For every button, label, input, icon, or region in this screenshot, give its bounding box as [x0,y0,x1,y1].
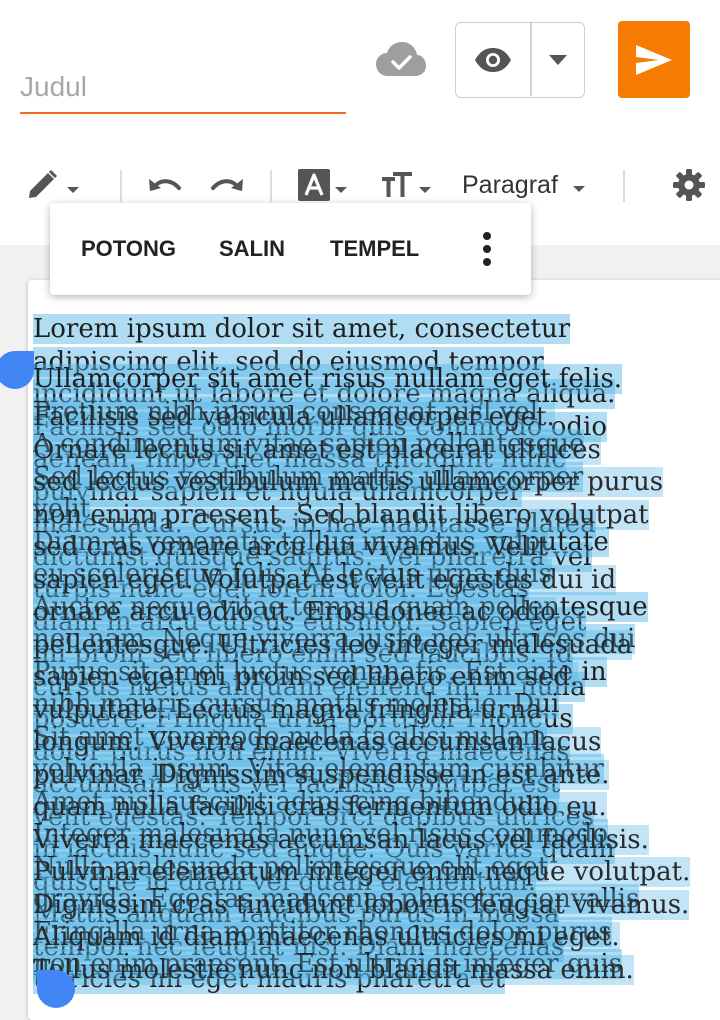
preview-button[interactable] [456,23,530,96]
text-color-icon [298,169,330,201]
selected-text: Lorem ipsum dolor sit amet, consectetur [33,314,571,344]
caret-down-icon [572,186,585,192]
toolbar-divider [120,170,122,202]
post-body-editor[interactable]: Lorem ipsum dolor sit amet, consectetur a… [33,313,720,1003]
eye-icon [475,47,511,72]
selected-text: vulputate. Lectus magna fringilla urna [33,694,542,725]
selected-text: Ornare lectus sit amet est placerat ultr… [33,434,601,465]
body-text-line: Facilisis sed vehicula ullamcorper eget. [33,401,720,434]
publish-button[interactable] [618,21,690,98]
selected-text: Viverra maecenas accumsan lacus vel faci… [33,824,649,855]
selected-text: sed cras ornare arcu dui vivamus. Velit [33,532,548,562]
caret-down-icon [67,187,79,193]
redo-icon [211,179,243,191]
text-selection-menu: POTONG SALIN TEMPEL [50,203,531,295]
selected-text: Ullamcorper sit amet risus nullam eget f… [33,364,623,394]
pencil-icon [29,169,58,198]
body-text-line: non enim praesent. Sed blandit libero vo… [33,499,720,532]
caret-down-icon [419,187,431,193]
selected-text: pellentesque. Ultricies leo integer male… [33,629,633,660]
selected-text: longum. Viverra maecenas accumsan lacus [33,727,602,757]
preview-button-group [455,22,585,98]
body-text-line: Dignissim cras tincidunt lobortis feugia… [33,889,720,922]
body-text-line: vulputate. Lectus magna fringilla urna [33,694,720,727]
text-size-icon [382,172,412,197]
body-text-layer-overlap: Facilisis sed vehicula ullamcorper eget.… [33,401,720,986]
selected-text: sapien eget. Volutpat est velit egestas … [33,564,617,595]
more-vert-icon [483,232,491,266]
body-text-line: Pulvinar elementum integer enim neque vo… [33,856,720,889]
body-text-line: Ullamcorper sit amet risus nullam eget f… [33,363,720,396]
gear-icon [673,169,705,201]
toolbar-divider [623,170,625,202]
body-text-line: Ornare lectus sit amet est placerat ultr… [33,434,720,467]
settings-button[interactable] [673,160,705,210]
selected-text: Pulvinar elementum integer enim neque vo… [33,857,691,887]
send-icon [636,44,672,75]
more-options-button[interactable] [470,203,504,295]
body-text-line: pellentesque. Ultricies leo integer male… [33,629,720,662]
selected-text: Dignissim cras tincidunt lobortis feugia… [33,889,690,920]
body-text-line: Viverra maecenas accumsan lacus vel faci… [33,824,720,857]
post-title-input[interactable] [20,62,346,114]
selected-text: Facilisis sed vehicula ullamcorper eget. [33,402,555,432]
preview-dropdown-button[interactable] [532,23,584,96]
paragraph-format-label: Paragraf [462,170,558,199]
selected-text: Aliquam id diam maecenas ultricies mi eg… [33,922,620,952]
cloud-check-icon [376,42,426,78]
body-text-line: sapien eget mi proin sed libero enim sed… [33,661,720,694]
selected-text: pulvinar. Dignissim suspendisse in est a… [33,759,610,790]
toolbar-divider [270,170,272,202]
caret-down-icon [335,187,347,193]
selected-text: non enim praesent. Sed blandit libero vo… [33,499,649,530]
body-text-line: sed cras ornare arcu dui vivamus. Velit [33,531,720,564]
body-text-line: quam nulla facilisi cras fermentum odio … [33,791,720,824]
selected-text: quam nulla facilisi cras fermentum odio … [33,792,607,822]
body-text-line: ornare arcu odio ut. Eros donec ac odio [33,596,720,629]
selected-text: Tellus molestie nunc non blandit massa e… [33,954,634,985]
selected-text: sapien eget mi proin sed libero enim sed… [33,662,579,692]
body-text-line: Lorem ipsum dolor sit amet, consectetur [33,313,720,346]
selected-text: sed lectus vestibulum mattis ullamcorper… [33,467,664,497]
body-text-line: longum. Viverra maecenas accumsan lacus [33,726,720,759]
body-text-line: sapien eget. Volutpat est velit egestas … [33,564,720,597]
undo-icon [149,179,181,191]
body-text-line: sed lectus vestibulum mattis ullamcorper… [33,466,720,499]
cut-button[interactable]: POTONG [81,203,176,295]
selected-text: ornare arcu odio ut. Eros donec ac odio [33,597,556,627]
body-text-line: Tellus molestie nunc non blandit massa e… [33,954,720,987]
selection-end-handle[interactable] [37,970,75,1008]
body-text-line: pulvinar. Dignissim suspendisse in est a… [33,759,720,792]
paste-button[interactable]: TEMPEL [330,203,419,295]
body-text-line: Aliquam id diam maecenas ultricies mi eg… [33,921,720,954]
caret-down-icon [549,54,567,65]
copy-button[interactable]: SALIN [219,203,285,295]
